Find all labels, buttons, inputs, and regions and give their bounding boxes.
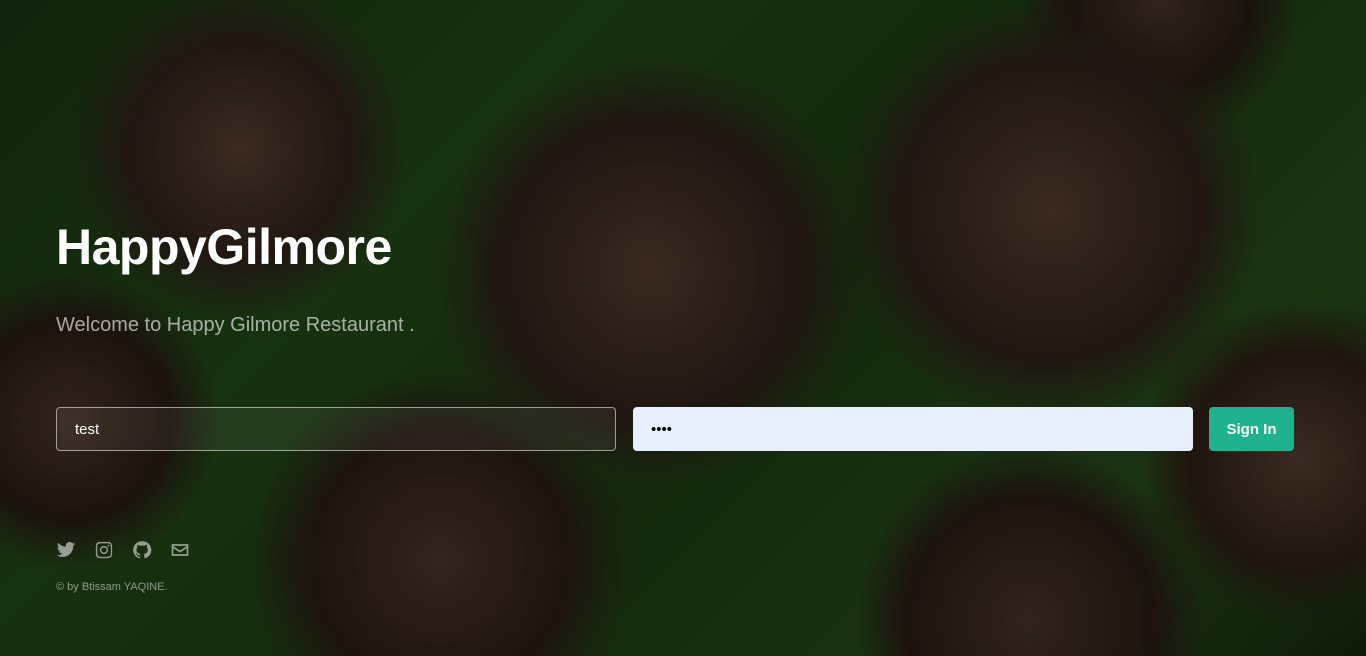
page-title: HappyGilmore: [56, 219, 392, 275]
page-background: HappyGilmore Welcome to Happy Gilmore Re…: [0, 0, 1366, 656]
welcome-subtitle: Welcome to Happy Gilmore Restaurant .: [56, 314, 415, 336]
login-form: Sign In: [56, 407, 1296, 451]
social-links: [56, 540, 190, 560]
hero-content: HappyGilmore Welcome to Happy Gilmore Re…: [56, 0, 1296, 656]
github-icon: [133, 541, 152, 559]
password-input[interactable]: [633, 407, 1193, 451]
sign-in-button[interactable]: Sign In: [1209, 407, 1294, 451]
github-link[interactable]: [132, 540, 152, 560]
username-input[interactable]: [56, 407, 616, 451]
envelope-icon: [171, 544, 189, 556]
twitter-icon: [56, 542, 76, 557]
instagram-icon: [95, 541, 113, 559]
twitter-link[interactable]: [56, 540, 76, 560]
instagram-link[interactable]: [94, 540, 114, 560]
email-link[interactable]: [170, 540, 190, 560]
copyright-text: © by Btissam YAQINE.: [56, 581, 168, 593]
